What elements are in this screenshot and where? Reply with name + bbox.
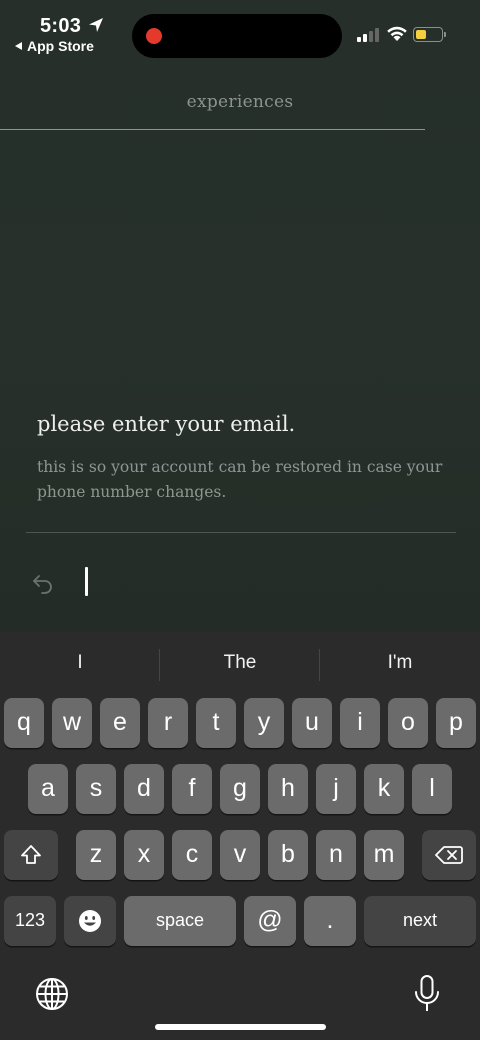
back-to-app-store-link[interactable]: App Store [15, 38, 94, 54]
globe-icon[interactable] [34, 976, 70, 1012]
key-n[interactable]: n [316, 830, 356, 880]
key-b[interactable]: b [268, 830, 308, 880]
header-divider [0, 129, 425, 130]
key-o[interactable]: o [388, 698, 428, 748]
at-key[interactable]: @ [244, 896, 296, 946]
key-e[interactable]: e [100, 698, 140, 748]
key-t[interactable]: t [196, 698, 236, 748]
page-title: experiences [186, 92, 294, 112]
cellular-signal-icon [357, 28, 379, 42]
shift-icon [21, 845, 41, 864]
key-l[interactable]: l [412, 764, 452, 814]
suggestion-1[interactable]: I [0, 652, 160, 674]
key-s[interactable]: s [76, 764, 116, 814]
undo-icon[interactable] [31, 571, 55, 595]
key-z[interactable]: z [76, 830, 116, 880]
key-a[interactable]: a [28, 764, 68, 814]
battery-icon [413, 27, 446, 42]
input-divider [26, 532, 456, 533]
text-caret [85, 567, 88, 596]
key-h[interactable]: h [268, 764, 308, 814]
key-p[interactable]: p [436, 698, 476, 748]
suggestion-3[interactable]: I'm [320, 652, 480, 674]
dynamic-island [132, 14, 342, 58]
key-w[interactable]: w [52, 698, 92, 748]
prompt-subtitle: this is so your account can be restored … [37, 458, 443, 501]
status-bar: 5:03 App Store [0, 0, 480, 70]
key-k[interactable]: k [364, 764, 404, 814]
wifi-icon [387, 26, 407, 41]
space-key[interactable]: space [124, 896, 236, 946]
numbers-key[interactable]: 123 [4, 896, 56, 946]
key-v[interactable]: v [220, 830, 260, 880]
prompt-title: please enter your email. [37, 412, 296, 436]
key-j[interactable]: j [316, 764, 356, 814]
microphone-icon[interactable] [412, 974, 442, 1014]
shift-key[interactable] [4, 830, 58, 880]
app-screen: 5:03 App Store experiences please enter … [0, 0, 480, 632]
emoji-key[interactable] [64, 896, 116, 946]
key-i[interactable]: i [340, 698, 380, 748]
back-triangle-icon [15, 42, 22, 50]
suggestion-bar: I The I'm [0, 632, 480, 696]
status-time: 5:03 [40, 15, 82, 37]
key-q[interactable]: q [4, 698, 44, 748]
location-arrow-icon [89, 18, 103, 32]
home-indicator[interactable] [155, 1024, 326, 1030]
next-key[interactable]: next [364, 896, 476, 946]
key-f[interactable]: f [172, 764, 212, 814]
back-app-label: App Store [27, 38, 94, 54]
key-r[interactable]: r [148, 698, 188, 748]
keyboard: I The I'm q w e r t y u i o p a s d f g … [0, 632, 480, 1040]
email-input[interactable] [80, 562, 440, 602]
key-x[interactable]: x [124, 830, 164, 880]
key-g[interactable]: g [220, 764, 260, 814]
dot-key[interactable]: . [304, 896, 356, 946]
backspace-key[interactable] [422, 830, 476, 880]
suggestion-2[interactable]: The [160, 652, 320, 674]
emoji-icon [79, 910, 101, 932]
key-u[interactable]: u [292, 698, 332, 748]
key-c[interactable]: c [172, 830, 212, 880]
backspace-icon [435, 846, 463, 864]
key-m[interactable]: m [364, 830, 404, 880]
key-d[interactable]: d [124, 764, 164, 814]
key-y[interactable]: y [244, 698, 284, 748]
recording-indicator-icon [146, 28, 162, 44]
